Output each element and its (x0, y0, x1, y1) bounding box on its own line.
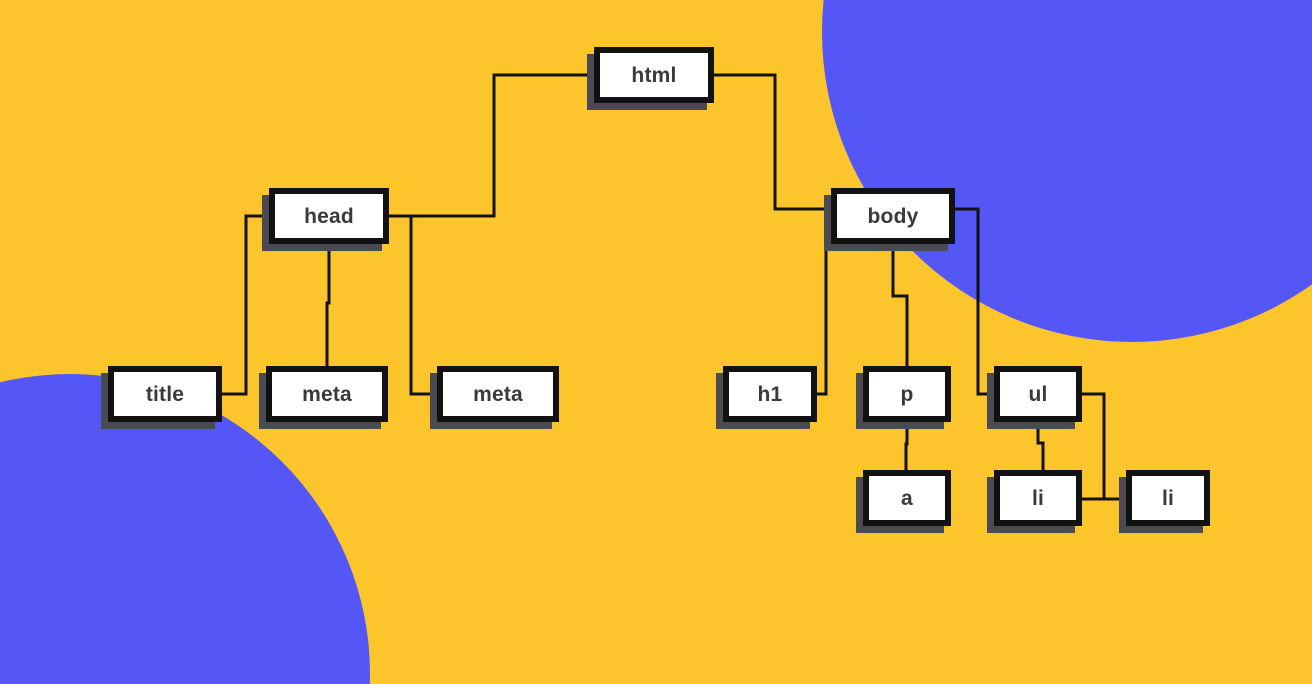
node-label: h1 (757, 382, 783, 406)
node-h1[interactable]: h1 (723, 366, 817, 422)
edge-head-to-title (222, 214, 269, 396)
edge-p-to-a (904, 422, 909, 470)
edge-body-to-h1 (817, 214, 831, 396)
node-label: li (1031, 486, 1045, 510)
node-meta2[interactable]: meta (437, 366, 559, 422)
node-title[interactable]: title (108, 366, 222, 422)
node-body[interactable]: body (831, 188, 955, 244)
node-label: head (304, 204, 354, 228)
node-label: html (631, 63, 677, 87)
node-p[interactable]: p (863, 366, 951, 422)
node-ul[interactable]: ul (994, 366, 1082, 422)
node-label: ul (1028, 382, 1048, 406)
diagram-canvas: html head body title meta meta h1 p ul a li li (0, 0, 1312, 684)
node-label: p (900, 382, 914, 406)
node-html[interactable]: html (594, 47, 714, 103)
edge-head-to-meta2 (389, 214, 437, 396)
node-li1[interactable]: li (994, 470, 1082, 526)
edge-head-to-meta1 (325, 244, 331, 366)
edge-ul-to-li1 (1036, 422, 1045, 470)
edge-ul-to-li2 (1082, 392, 1126, 501)
edge-body-to-p (891, 244, 909, 366)
node-label: title (145, 382, 185, 406)
node-meta1[interactable]: meta (266, 366, 388, 422)
node-label: body (867, 204, 919, 228)
node-label: meta (302, 382, 352, 406)
node-label: li (1161, 486, 1175, 510)
node-a[interactable]: a (863, 470, 951, 526)
node-li2[interactable]: li (1126, 470, 1210, 526)
node-label: a (901, 486, 913, 510)
edge-html-to-body (714, 73, 831, 211)
node-label: meta (473, 382, 523, 406)
edge-body-to-ul (955, 207, 994, 396)
node-head[interactable]: head (269, 188, 389, 244)
